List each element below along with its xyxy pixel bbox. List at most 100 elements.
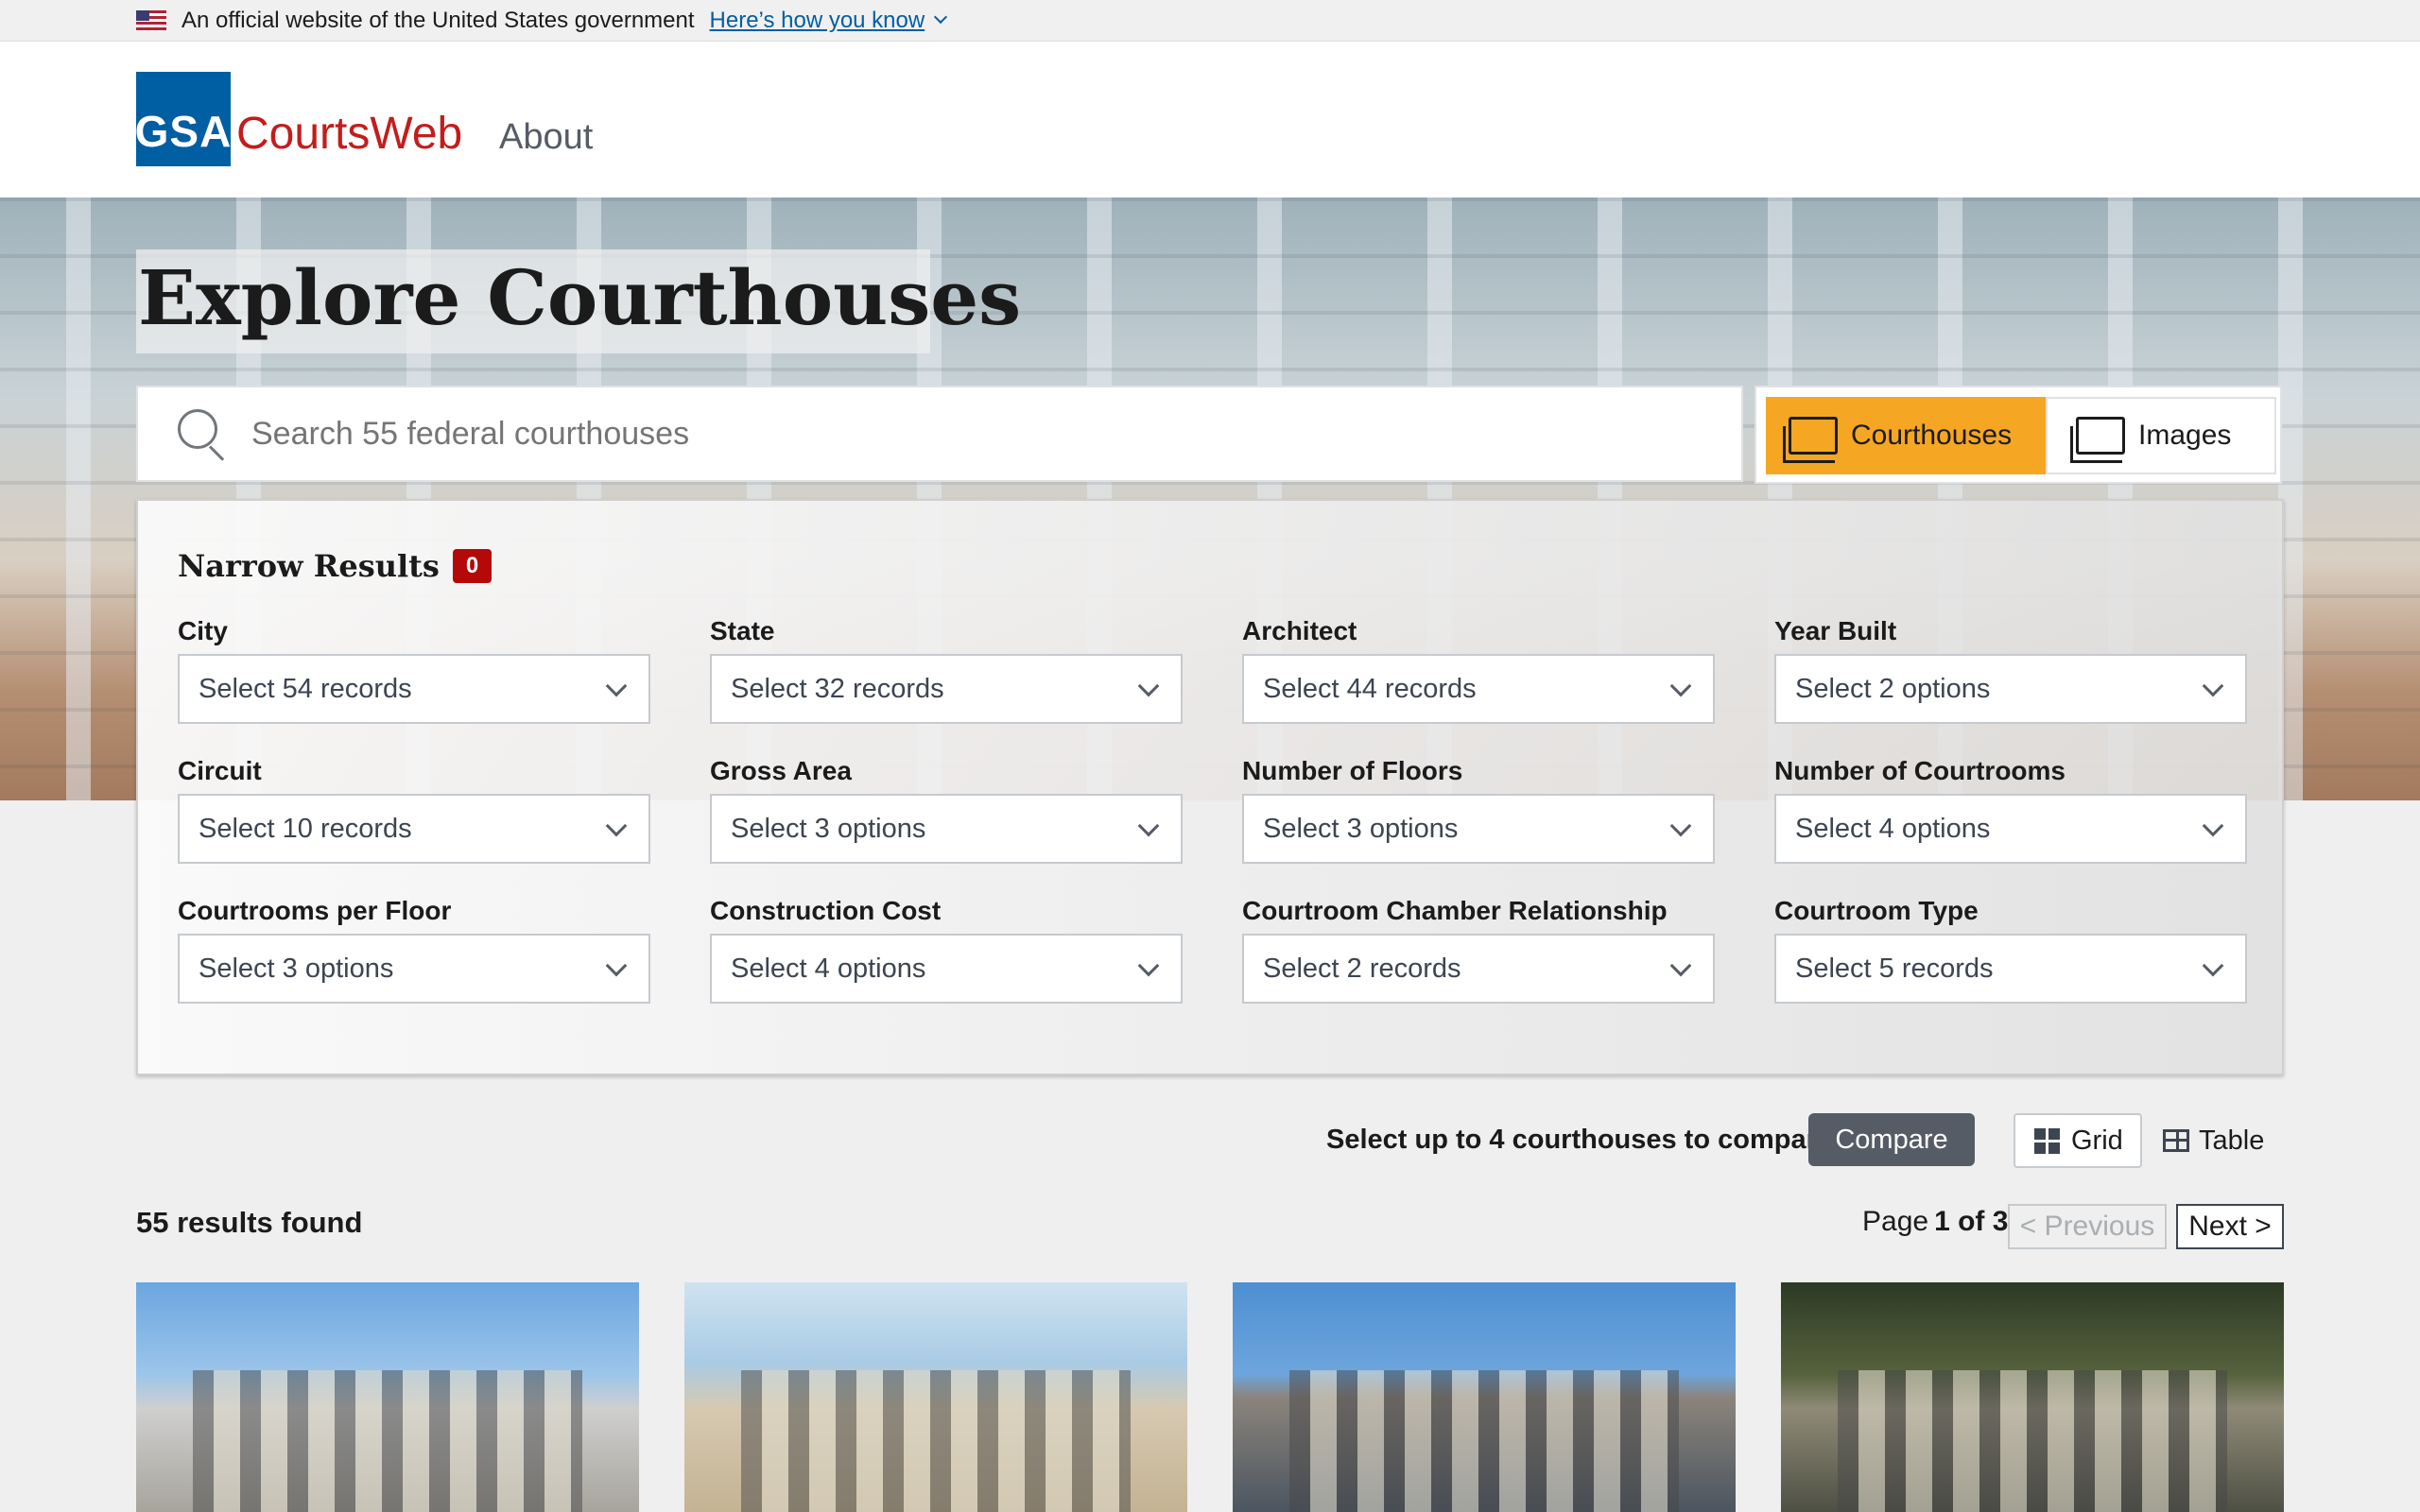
nav-about[interactable]: About xyxy=(499,117,593,158)
heres-how-you-know-link[interactable]: Here’s how you know xyxy=(709,7,948,34)
select-value: Select 2 records xyxy=(1263,953,1461,984)
courtroom-type-select[interactable]: Select 5 records xyxy=(1774,934,2247,1004)
filter-city: City Select 54 records xyxy=(178,616,650,724)
images-toggle-label: Images xyxy=(2138,420,2232,451)
architect-select[interactable]: Select 44 records xyxy=(1242,654,1715,724)
site-name[interactable]: CourtsWeb xyxy=(236,108,462,160)
filter-architect: Architect Select 44 records xyxy=(1242,616,1715,724)
page-prefix: Page xyxy=(1862,1206,1929,1237)
chevron-down-icon xyxy=(2202,954,2224,977)
gsa-logo[interactable]: GSA xyxy=(135,72,231,166)
select-value: Select 4 options xyxy=(731,953,926,984)
filter-gross-area: Gross Area Select 3 options xyxy=(710,756,1183,864)
courtrooms-per-floor-select[interactable]: Select 3 options xyxy=(178,934,650,1004)
search-bar[interactable] xyxy=(136,386,1743,482)
chevron-down-icon xyxy=(605,954,628,977)
select-value: Select 44 records xyxy=(1263,673,1477,704)
filter-label: Number of Floors xyxy=(1242,756,1463,785)
images-toggle-button[interactable]: Images xyxy=(2046,397,2276,474)
chevron-down-icon xyxy=(2202,815,2224,837)
select-value: Select 2 options xyxy=(1795,673,1991,704)
filter-label: Courtroom Type xyxy=(1774,896,1979,925)
site-header: GSA CourtsWeb About xyxy=(0,42,2420,198)
grid-view-label: Grid xyxy=(2071,1125,2123,1156)
chevron-down-icon xyxy=(1669,675,1692,697)
filter-label: Circuit xyxy=(178,756,262,785)
circuit-select[interactable]: Select 10 records xyxy=(178,794,650,864)
compare-button[interactable]: Compare xyxy=(1808,1113,1975,1166)
gross-area-select[interactable]: Select 3 options xyxy=(710,794,1183,864)
courthouse-card-image[interactable] xyxy=(1233,1282,1736,1512)
filter-number-of-courtrooms: Number of Courtrooms Select 4 options xyxy=(1774,756,2247,864)
select-value: Select 4 options xyxy=(1795,813,1991,844)
page-title: Explore Courthouses xyxy=(138,253,1022,342)
building-photo xyxy=(1289,1370,1679,1512)
filter-year-built: Year Built Select 2 options xyxy=(1774,616,2247,724)
narrow-results-title: Narrow Results xyxy=(178,548,440,584)
gov-banner-text: An official website of the United States… xyxy=(182,7,695,33)
number-of-floors-select[interactable]: Select 3 options xyxy=(1242,794,1715,864)
select-value: Select 3 options xyxy=(1263,813,1459,844)
compare-instructions: Select up to 4 courthouses to compare xyxy=(1326,1125,1832,1155)
filter-label: City xyxy=(178,616,228,645)
search-icon xyxy=(174,405,231,462)
courthouses-toggle-label: Courthouses xyxy=(1851,420,2013,451)
grid-view-button[interactable]: Grid xyxy=(2014,1113,2142,1168)
select-value: Select 10 records xyxy=(199,813,412,844)
filter-count-badge: 0 xyxy=(452,549,493,583)
courthouses-toggle-button[interactable]: Courthouses xyxy=(1766,397,2046,474)
chevron-down-icon xyxy=(1669,815,1692,837)
select-value: Select 3 options xyxy=(731,813,926,844)
chevron-down-icon xyxy=(934,9,948,24)
chevron-down-icon xyxy=(605,815,628,837)
filter-courtroom-chamber-relationship: Courtroom Chamber Relationship Select 2 … xyxy=(1242,896,1715,1004)
us-flag-icon xyxy=(136,10,166,30)
chevron-down-icon xyxy=(1137,954,1160,977)
next-page-button[interactable]: Next > xyxy=(2176,1204,2284,1249)
construction-cost-select[interactable]: Select 4 options xyxy=(710,934,1183,1004)
courthouse-card-image[interactable] xyxy=(1781,1282,2284,1512)
gov-banner: An official website of the United States… xyxy=(0,0,2420,42)
table-view-label: Table xyxy=(2199,1125,2265,1156)
search-input[interactable] xyxy=(251,415,1669,453)
chevron-down-icon xyxy=(2202,675,2224,697)
select-value: Select 3 options xyxy=(199,953,394,984)
filter-circuit: Circuit Select 10 records xyxy=(178,756,650,864)
filter-label: Construction Cost xyxy=(710,896,942,925)
state-select[interactable]: Select 32 records xyxy=(710,654,1183,724)
images-icon xyxy=(2070,417,2125,463)
filter-courtroom-type: Courtroom Type Select 5 records xyxy=(1774,896,2247,1004)
select-value: Select 32 records xyxy=(731,673,944,704)
chevron-down-icon xyxy=(605,675,628,697)
page-current: 1 of 3 xyxy=(1934,1206,2009,1237)
filter-number-of-floors: Number of Floors Select 3 options xyxy=(1242,756,1715,864)
year-built-select[interactable]: Select 2 options xyxy=(1774,654,2247,724)
grid-icon xyxy=(2034,1127,2060,1154)
filter-label: Courtrooms per Floor xyxy=(178,896,452,925)
city-select[interactable]: Select 54 records xyxy=(178,654,650,724)
courthouse-card-image[interactable] xyxy=(136,1282,639,1512)
content-type-toggle: Courthouses Images xyxy=(1754,386,2282,484)
courtroom-chamber-relationship-select[interactable]: Select 2 records xyxy=(1242,934,1715,1004)
courthouse-icon xyxy=(1783,417,1838,463)
select-value: Select 54 records xyxy=(199,673,412,704)
chevron-down-icon xyxy=(1137,815,1160,837)
building-photo xyxy=(741,1370,1131,1512)
filter-label: Architect xyxy=(1242,616,1357,645)
number-of-courtrooms-select[interactable]: Select 4 options xyxy=(1774,794,2247,864)
previous-page-button[interactable]: < Previous xyxy=(2008,1204,2167,1249)
building-photo xyxy=(193,1370,582,1512)
heres-how-you-know-label: Here’s how you know xyxy=(709,7,925,33)
building-photo xyxy=(1838,1370,2227,1512)
courthouse-card-image[interactable] xyxy=(684,1282,1187,1512)
narrow-results-heading: Narrow Results 0 xyxy=(178,548,493,584)
results-count: 55 results found xyxy=(136,1206,363,1239)
chevron-down-icon xyxy=(1669,954,1692,977)
filter-courtrooms-per-floor: Courtrooms per Floor Select 3 options xyxy=(178,896,650,1004)
narrow-results-panel: Narrow Results 0 City Select 54 records … xyxy=(136,499,2284,1075)
table-view-button[interactable]: Table xyxy=(2159,1113,2291,1168)
chevron-down-icon xyxy=(1137,675,1160,697)
filter-label: Year Built xyxy=(1774,616,1897,645)
filter-state: State Select 32 records xyxy=(710,616,1183,724)
page-indicator: Page 1 of 3 xyxy=(1862,1206,2014,1238)
